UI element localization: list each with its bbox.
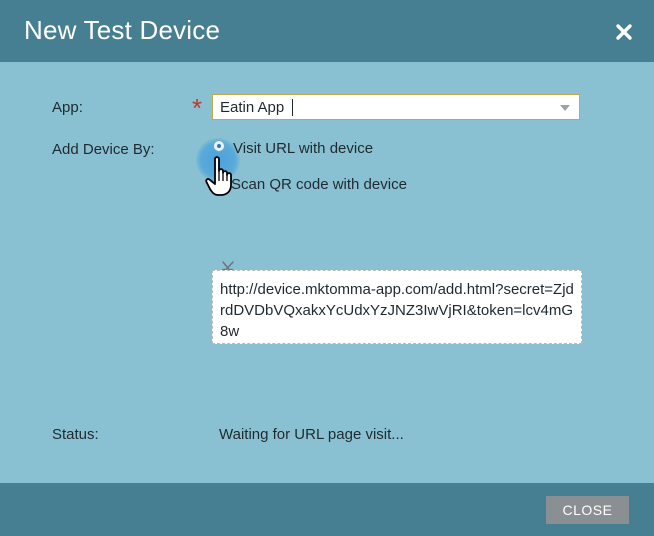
- close-x-icon-glyph: [616, 24, 632, 40]
- app-select-value: Eatin App: [220, 99, 285, 116]
- required-marker: *: [192, 93, 203, 123]
- device-url-text[interactable]: http://device.mktomma-app.com/add.html?s…: [212, 270, 582, 344]
- hand-pointer-cursor-icon: [205, 156, 232, 196]
- dialog-title: New Test Device: [24, 15, 221, 45]
- radio-scan-qr-label[interactable]: Scan QR code with device: [231, 176, 407, 193]
- close-button[interactable]: CLOSE: [546, 496, 629, 524]
- close-x-icon[interactable]: [610, 18, 638, 46]
- radio-visit-url-label[interactable]: Visit URL with device: [233, 140, 373, 157]
- radio-visit-url[interactable]: [213, 140, 225, 152]
- app-label: App:: [52, 99, 83, 116]
- status-label: Status:: [52, 426, 99, 443]
- dialog-header: New Test Device: [0, 0, 654, 62]
- status-value: Waiting for URL page visit...: [219, 426, 404, 443]
- add-device-by-label: Add Device By:: [52, 141, 155, 158]
- app-select[interactable]: Eatin App: [212, 94, 580, 120]
- new-test-device-dialog: New Test Device App: * Eatin App Add Dev…: [0, 0, 654, 536]
- chevron-down-icon[interactable]: [560, 105, 570, 111]
- text-caret: [292, 99, 293, 116]
